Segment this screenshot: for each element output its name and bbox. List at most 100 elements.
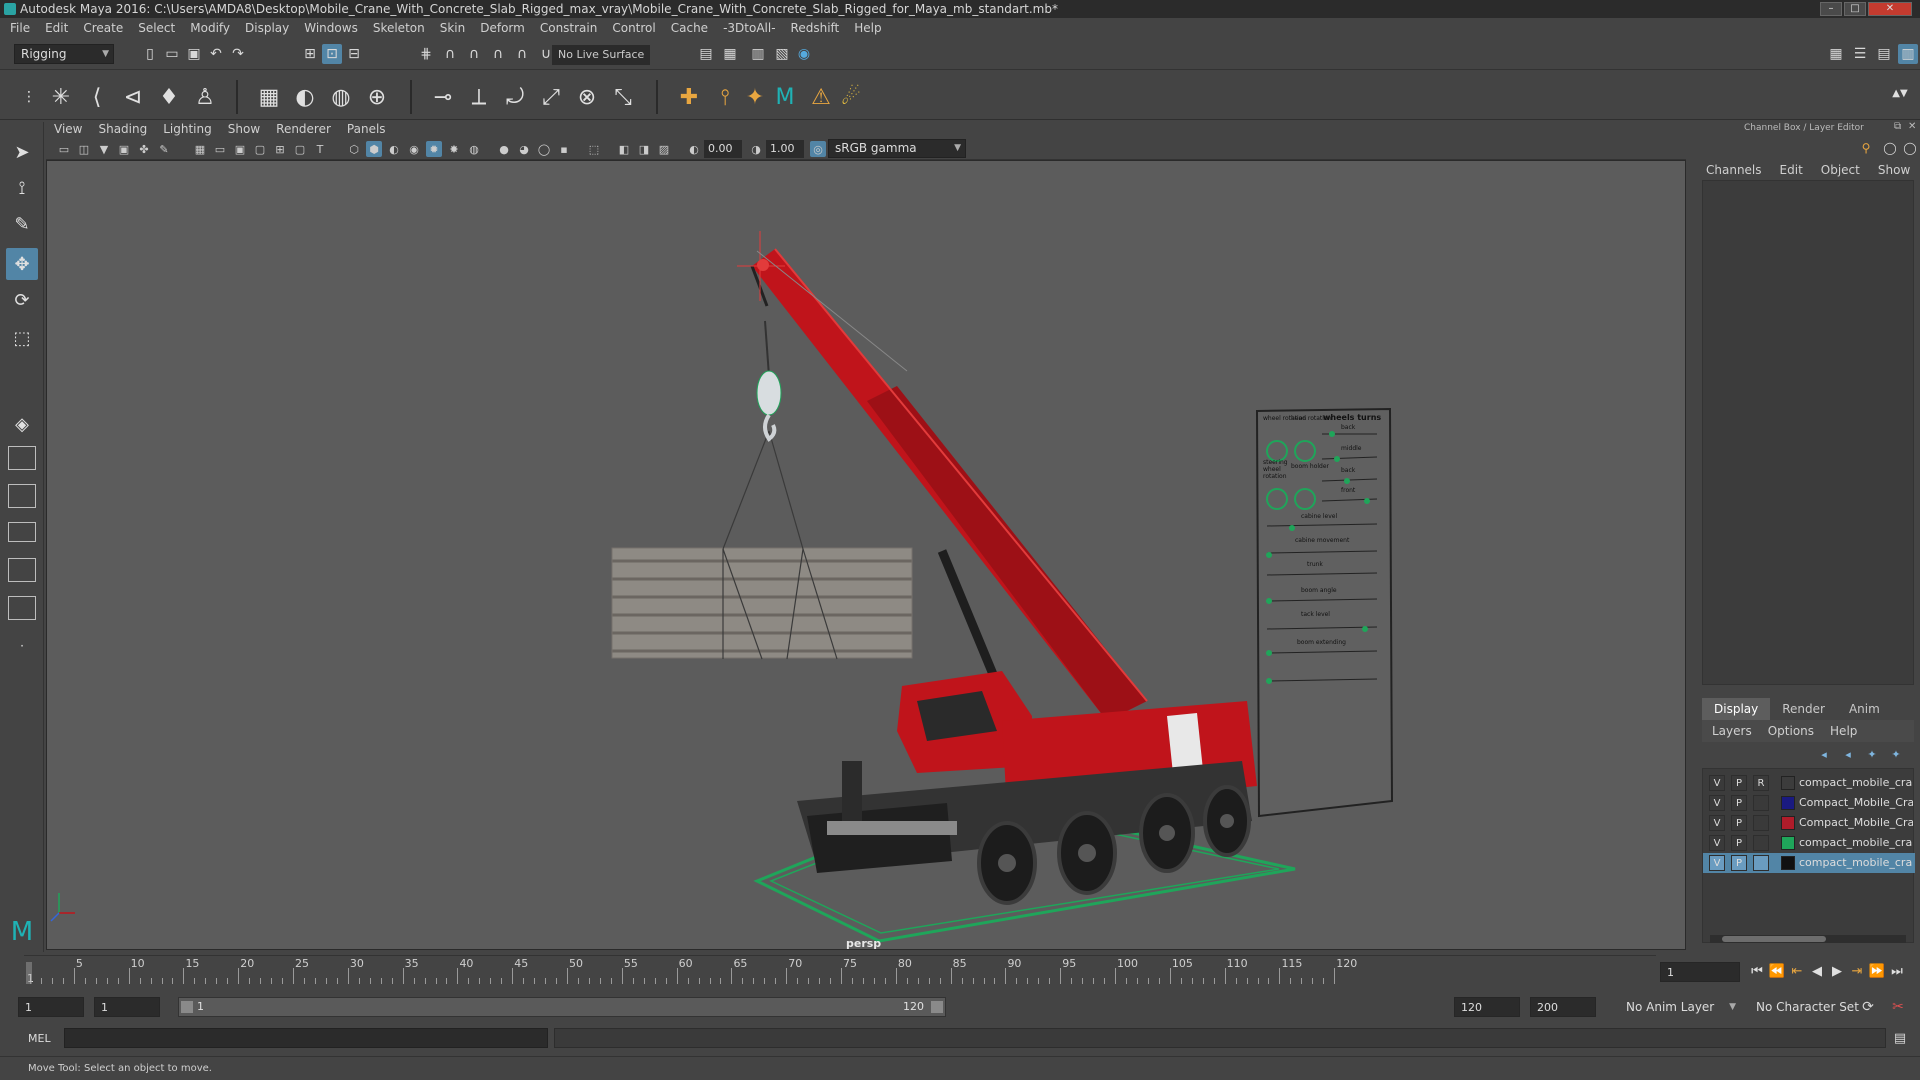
point-constraint-icon[interactable]: ⟂ <box>464 82 494 112</box>
multisample-aa-icon[interactable]: ◕ <box>516 141 532 157</box>
close-panel-icon[interactable]: ✕ <box>1908 121 1916 132</box>
snap-curve-icon[interactable]: ∩ <box>440 44 460 64</box>
rotate-tool-icon[interactable]: ⟳ <box>6 284 38 316</box>
layer-reference-toggle[interactable] <box>1753 855 1769 871</box>
skin-bind-icon[interactable]: ♦ <box>154 82 184 112</box>
layer-reference-toggle[interactable]: R <box>1753 775 1769 791</box>
menu-windows[interactable]: Windows <box>304 21 358 35</box>
orient-constraint-icon[interactable]: ⤾ <box>500 82 530 112</box>
menu-control[interactable]: Control <box>612 21 655 35</box>
command-input[interactable] <box>64 1028 548 1048</box>
snap-surface-icon[interactable]: ∩ <box>512 44 532 64</box>
maximize-button[interactable]: □ <box>1844 2 1866 16</box>
grid-icon[interactable]: ▦ <box>192 141 208 157</box>
animation-end-field[interactable]: 200 <box>1530 997 1596 1017</box>
select-camera-icon[interactable]: ▭ <box>56 141 72 157</box>
animation-preferences-icon[interactable]: ✂ <box>1888 997 1908 1017</box>
layer-color-swatch[interactable] <box>1781 816 1795 830</box>
hypershade-icon[interactable]: ◉ <box>794 44 814 64</box>
paint-weights-icon[interactable]: ✦ <box>740 82 770 112</box>
character-icon[interactable]: ☄ <box>836 82 866 112</box>
shelf-options-icon[interactable]: ⋮ <box>14 82 44 112</box>
channel-box-body[interactable] <box>1702 180 1914 685</box>
cb-menu-channels[interactable]: Channels <box>1706 163 1762 177</box>
menu-3dtoall[interactable]: -3DtoAll- <box>723 21 775 35</box>
select-object-icon[interactable]: ⊡ <box>322 44 342 64</box>
playback-start-field[interactable]: 1 <box>94 997 160 1017</box>
gamma-field[interactable]: 1.00 <box>766 140 804 158</box>
joint-orient-icon[interactable]: ⫯ <box>710 82 740 112</box>
wrap-deformer-icon[interactable]: ⊕ <box>362 82 392 112</box>
2d-pan-zoom-icon[interactable]: ✤ <box>136 141 152 157</box>
layer-color-swatch[interactable] <box>1781 796 1795 810</box>
panel-menu-show[interactable]: Show <box>228 122 260 136</box>
menu-display[interactable]: Display <box>245 21 289 35</box>
cb-menu-object[interactable]: Object <box>1821 163 1860 177</box>
motion-blur-icon[interactable]: ● <box>496 141 512 157</box>
exposure-icon[interactable]: ◐ <box>686 141 702 157</box>
safe-title-icon[interactable]: T <box>312 141 328 157</box>
script-icon[interactable]: ⚠ <box>806 82 836 112</box>
range-slider-end-handle[interactable] <box>931 1001 943 1013</box>
layer-color-swatch[interactable] <box>1781 856 1795 870</box>
snap-view-icon[interactable]: ∩ <box>488 44 508 64</box>
camera-attributes-icon[interactable]: ◫ <box>76 141 92 157</box>
xray-components-icon[interactable]: ◨ <box>636 141 652 157</box>
outliner-layout-icon[interactable] <box>8 558 36 582</box>
render-view-icon[interactable]: ▤ <box>696 44 716 64</box>
textured-icon[interactable]: ◉ <box>406 141 422 157</box>
menu-skeleton[interactable]: Skeleton <box>373 21 425 35</box>
lattice-icon[interactable]: ▦ <box>254 82 284 112</box>
panel-menu-view[interactable]: View <box>54 122 82 136</box>
menu-cache[interactable]: Cache <box>671 21 708 35</box>
redo-icon[interactable]: ↷ <box>228 44 248 64</box>
menu-create[interactable]: Create <box>83 21 123 35</box>
menu-edit[interactable]: Edit <box>45 21 68 35</box>
step-back-key-icon[interactable]: ⏪ <box>1768 962 1786 980</box>
play-backwards-icon[interactable]: ◀ <box>1808 962 1826 980</box>
tab-display[interactable]: Display <box>1702 698 1771 720</box>
go-to-end-icon[interactable]: ⏭ <box>1888 962 1906 980</box>
layer-reference-toggle[interactable] <box>1753 795 1769 811</box>
menu-deform[interactable]: Deform <box>480 21 525 35</box>
scale-tool-icon[interactable]: ⬚ <box>6 322 38 354</box>
hypershade-layout-icon[interactable] <box>8 596 36 620</box>
cluster-icon[interactable]: ◐ <box>290 82 320 112</box>
move-tool-icon[interactable]: ✥ <box>6 248 38 280</box>
tab-anim[interactable]: Anim <box>1837 698 1892 720</box>
humanik-icon[interactable]: ♙ <box>190 82 220 112</box>
layer-reference-toggle[interactable] <box>1753 815 1769 831</box>
move-layer-up-icon[interactable]: ◂ <box>1814 744 1834 764</box>
scale-constraint-icon[interactable]: ⤢ <box>536 82 566 112</box>
ipr-render-icon[interactable]: ▥ <box>748 44 768 64</box>
select-tool-icon[interactable]: ➤ <box>6 136 38 168</box>
render-current-icon[interactable]: ▦ <box>720 44 740 64</box>
current-frame-field[interactable]: 1 <box>1660 962 1740 982</box>
use-all-lights-icon[interactable]: ✹ <box>426 141 442 157</box>
range-slider-start-handle[interactable] <box>181 1001 193 1013</box>
panel-menu-renderer[interactable]: Renderer <box>276 122 331 136</box>
menu-skin[interactable]: Skin <box>440 21 466 35</box>
channel-box-settings-icon[interactable]: ◯ <box>1880 138 1900 158</box>
auto-key-icon[interactable]: ⟳ <box>1858 997 1878 1017</box>
wireframe-icon[interactable]: ⬡ <box>346 141 362 157</box>
layer-row[interactable]: V P Compact_Mobile_Crane <box>1703 813 1915 833</box>
film-gate-icon[interactable]: ▭ <box>212 141 228 157</box>
step-back-frame-icon[interactable]: ⇤ <box>1788 962 1806 980</box>
panel-menu-lighting[interactable]: Lighting <box>163 122 212 136</box>
current-time-indicator[interactable] <box>26 962 32 984</box>
layer-playback-toggle[interactable]: P <box>1731 855 1747 871</box>
gate-mask-icon[interactable]: ▢ <box>252 141 268 157</box>
go-to-start-icon[interactable]: ⏮ <box>1748 962 1766 980</box>
cb-menu-show[interactable]: Show <box>1878 163 1910 177</box>
move-layer-down-icon[interactable]: ◂ <box>1838 744 1858 764</box>
step-forward-key-icon[interactable]: ⏩ <box>1868 962 1886 980</box>
snap-grid-icon[interactable]: ⋕ <box>416 44 436 64</box>
color-management-icon[interactable]: ◎ <box>810 141 826 157</box>
layer-visibility-toggle[interactable]: V <box>1709 835 1725 851</box>
layer-playback-toggle[interactable]: P <box>1731 795 1747 811</box>
layer-menu-layers[interactable]: Layers <box>1712 724 1752 738</box>
layer-playback-toggle[interactable]: P <box>1731 775 1747 791</box>
panel-menu-panels[interactable]: Panels <box>347 122 386 136</box>
exposure-field[interactable]: 0.00 <box>704 140 742 158</box>
